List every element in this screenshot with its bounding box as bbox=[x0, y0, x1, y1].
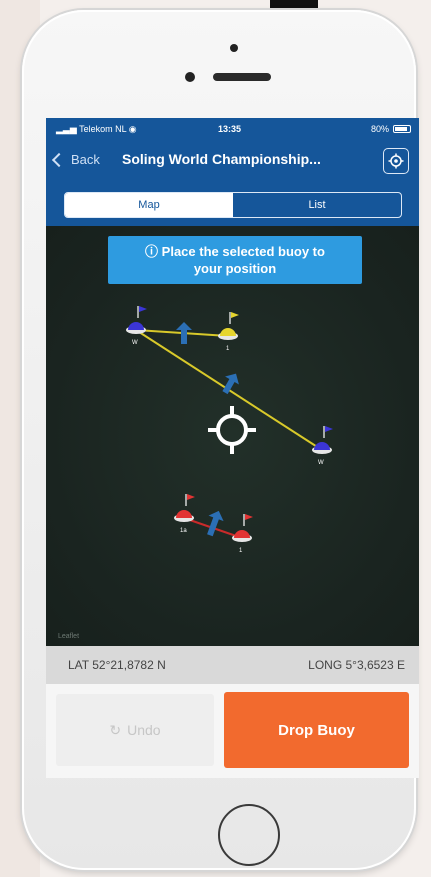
tab-list[interactable]: List bbox=[233, 193, 401, 217]
buoy-marker bbox=[312, 426, 333, 454]
carrier-label: ▂▃▅ Telekom NL ◉ bbox=[56, 124, 137, 134]
action-bar: ↻ Undo Drop Buoy bbox=[46, 684, 419, 778]
undo-button[interactable]: ↻ Undo bbox=[56, 694, 214, 766]
tab-map[interactable]: Map bbox=[65, 193, 233, 217]
home-button[interactable] bbox=[218, 804, 280, 866]
proximity-sensor bbox=[185, 72, 195, 82]
drop-buoy-label: Drop Buoy bbox=[278, 721, 355, 739]
undo-icon: ↻ bbox=[109, 721, 122, 738]
page-title: Soling World Championship... bbox=[122, 151, 321, 167]
map-view[interactable]: W 1 W 1a 1 ⓘ Place the selected buoy to … bbox=[46, 226, 419, 646]
locate-button[interactable] bbox=[383, 148, 409, 174]
longitude-readout: LONG 5°3,6523 E bbox=[308, 658, 405, 672]
buoy-marker bbox=[174, 494, 195, 522]
segmented-control: Map List bbox=[64, 192, 402, 218]
buoy-label: 1 bbox=[226, 346, 230, 352]
drop-buoy-button[interactable]: Drop Buoy bbox=[224, 692, 409, 768]
coordinates-bar: LAT 52°21,8782 N LONG 5°3,6523 E bbox=[46, 646, 419, 684]
status-time: 13:35 bbox=[218, 124, 242, 134]
crosshair-icon bbox=[208, 406, 256, 454]
locate-icon bbox=[388, 153, 404, 169]
navigation-bar: Back Soling World Championship... bbox=[46, 140, 419, 184]
earpiece-speaker bbox=[213, 73, 271, 81]
front-camera bbox=[230, 44, 238, 52]
buoy-label: W bbox=[132, 340, 138, 346]
back-label: Back bbox=[71, 152, 100, 167]
buoy-marker bbox=[232, 514, 253, 542]
buoy-label: 1 bbox=[239, 548, 243, 554]
chevron-left-icon bbox=[51, 152, 67, 167]
undo-label: Undo bbox=[127, 722, 161, 738]
top-edge-mark bbox=[270, 0, 318, 8]
map-credit: Leaflet bbox=[58, 633, 80, 640]
map-overlay: W 1 W 1a 1 bbox=[126, 306, 333, 554]
status-battery-text: 80% bbox=[370, 124, 389, 134]
banner-line1: Place the selected buoy to bbox=[161, 244, 325, 259]
buoy-marker bbox=[126, 306, 147, 334]
instruction-banner: ⓘ Place the selected buoy to your positi… bbox=[108, 236, 362, 284]
info-icon: ⓘ bbox=[145, 244, 162, 259]
buoy-label: W bbox=[318, 460, 324, 466]
back-button[interactable]: Back bbox=[51, 152, 100, 167]
latitude-readout: LAT 52°21,8782 N bbox=[68, 658, 166, 672]
buoy-marker bbox=[218, 312, 239, 340]
banner-line2: your position bbox=[193, 261, 277, 276]
buoy-label: 1a bbox=[180, 528, 187, 534]
wind-arrow-icon bbox=[222, 373, 239, 395]
status-bar: ▂▃▅ Telekom NL ◉ 13:35 80% bbox=[46, 118, 419, 140]
battery-icon bbox=[393, 125, 411, 133]
wind-arrow-icon bbox=[207, 510, 224, 537]
app-screen: ▂▃▅ Telekom NL ◉ 13:35 80% Back Soling W… bbox=[46, 118, 419, 778]
